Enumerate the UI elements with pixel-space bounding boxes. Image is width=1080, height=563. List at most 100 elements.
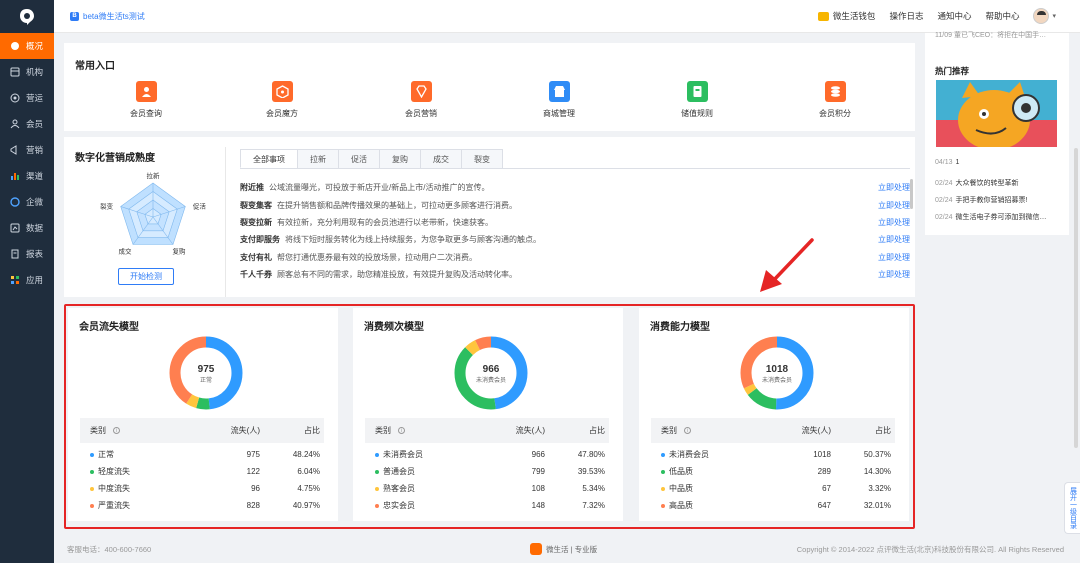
sidebar-item-9[interactable]: 应用	[0, 267, 54, 293]
table-row: 熟客会员 108 5.34%	[365, 480, 609, 497]
wallet-card-icon	[686, 81, 708, 102]
quick-entry-label: 会员营销	[405, 109, 437, 118]
row-category-label: 忠实会员	[383, 501, 415, 510]
row-percent: 6.04%	[297, 467, 320, 476]
oplog-link[interactable]: 操作日志	[889, 10, 923, 22]
todo-scrollbar[interactable]	[910, 179, 913, 209]
donut-center-label: 未消费会员	[762, 376, 792, 384]
quick-entry-4[interactable]: 储值规则	[652, 81, 742, 119]
news-item[interactable]: 02/24 微生活电子券可添加到微信…	[935, 212, 1065, 222]
maturity-title: 数字化营销成熟度	[75, 153, 155, 164]
todo-desc: 帮您打通优惠券最有效的投放场景，拉动用户二次消费。	[277, 252, 477, 262]
header-category: 类别 i	[80, 425, 190, 436]
cartoon-cat-icon	[936, 80, 1057, 147]
donut-center-label: 正常	[200, 376, 212, 384]
model-title: 消费频次模型	[364, 322, 424, 333]
tab-4[interactable]: 成交	[420, 149, 462, 168]
tab-0[interactable]: 全部事项	[240, 149, 298, 168]
todo-action-link[interactable]: 立即处理	[878, 269, 910, 280]
row-count: 1018	[813, 450, 831, 459]
table-header: 类别 i 流失(人) 占比	[651, 418, 895, 443]
todo-action-link[interactable]: 立即处理	[878, 234, 910, 245]
info-icon[interactable]: i	[113, 427, 120, 434]
quick-entry-2[interactable]: 会员营销	[376, 81, 466, 119]
todo-action-link[interactable]: 立即处理	[878, 182, 910, 193]
todo-desc: 公域流量曝光，可投放于新店开业/新品上市/活动推广的宣传。	[269, 183, 490, 193]
sidebar-item-4[interactable]: 营销	[0, 137, 54, 163]
legend-dot-icon	[90, 452, 94, 457]
brand-name[interactable]: beta微生活ts测试	[83, 11, 145, 22]
header-category: 类别 i	[365, 425, 475, 436]
row-category: 低品质	[651, 466, 761, 477]
table-row: 轻度流失 122 6.04%	[80, 463, 324, 480]
news-item[interactable]: 02/24 手把手教你营销招募票!	[935, 195, 1065, 205]
news-title: 1	[955, 159, 960, 166]
todo-item: 裂变拉新 有效拉新，充分利用现有的会员池进行以老带新，快速获客。 立即处理	[240, 214, 910, 231]
info-icon[interactable]: i	[398, 427, 405, 434]
notify-link[interactable]: 通知中心	[937, 10, 971, 22]
row-percent: 14.30%	[863, 467, 891, 476]
model-card-2: 消费能力模型 1018 未消费会员 类别 i 流失(人) 占比 未消费会员 1018 50.37%…	[639, 308, 909, 521]
todo-item: 支付即服务 将线下短时服务转化为线上持续服务，为您争取更多与顾客沟通的触点。 立即处…	[240, 231, 910, 248]
sidebar-item-3[interactable]: 会员	[0, 111, 54, 137]
donut-chart: 1018未消费会员	[740, 336, 814, 410]
tab-1[interactable]: 拉新	[297, 149, 339, 168]
sidebar-item-5[interactable]: 渠道	[0, 163, 54, 189]
data-icon	[10, 223, 20, 233]
table-header: 类别 i 流失(人) 占比	[365, 418, 609, 443]
sidebar-item-2[interactable]: 营运	[0, 85, 54, 111]
top-news-item[interactable]: 11/09 董已飞CEO：将拒在中国手…	[935, 30, 1065, 40]
megaphone-icon	[10, 145, 20, 155]
app-logo[interactable]	[0, 0, 54, 33]
todo-desc: 在提升销售额和品牌传播效果的基础上，可拉动更多顾客进行消费。	[277, 200, 517, 210]
logo-icon	[20, 8, 34, 25]
todo-action-link[interactable]: 立即处理	[878, 252, 910, 263]
expand-menu-tab[interactable]: 展开一级目录	[1064, 482, 1080, 534]
row-category: 中品质	[651, 483, 761, 494]
todo-item: 附近推 公域流量曝光，可投放于新店开业/新品上市/活动推广的宣传。 立即处理	[240, 179, 910, 196]
help-link[interactable]: 帮助中心	[985, 10, 1019, 22]
row-category: 严重流失	[80, 500, 190, 511]
row-percent: 39.53%	[577, 467, 605, 476]
tab-2[interactable]: 促活	[338, 149, 380, 168]
sidebar-item-label: 渠道	[26, 171, 44, 181]
sidebar-item-6[interactable]: 企微	[0, 189, 54, 215]
row-category-label: 未消费会员	[669, 450, 709, 459]
sidebar-item-label: 机构	[26, 67, 44, 77]
quick-entry-3[interactable]: 商城管理	[514, 81, 604, 119]
sidebar-item-0[interactable]: 概况	[0, 33, 54, 59]
quick-entry-1[interactable]: 会员魔方	[237, 81, 327, 119]
quick-entry-label: 会员魔方	[266, 109, 298, 118]
table-row: 正常 975 48.24%	[80, 446, 324, 463]
news-item[interactable]: 02/24 大众餐饮的转型革新	[935, 178, 1065, 188]
footer-phone: 客服电话：400-600-7660	[67, 544, 152, 554]
row-count: 67	[822, 484, 831, 493]
quick-entry-0[interactable]: 会员查询	[101, 81, 191, 119]
info-icon[interactable]: i	[684, 427, 691, 434]
legend-dot-icon	[661, 486, 665, 491]
todo-title: 裂变集客	[240, 200, 272, 210]
radar-label: 成交	[119, 247, 133, 256]
wallet-link[interactable]: 微生活钱包	[817, 10, 875, 22]
chevron-down-icon: ▾	[1052, 13, 1056, 20]
todo-title: 千人千券	[240, 270, 272, 280]
hot-banner-image[interactable]	[936, 80, 1057, 147]
news-date: 02/24	[935, 214, 953, 221]
quick-entry-5[interactable]: 会员积分	[790, 81, 880, 119]
row-percent: 40.97%	[292, 501, 320, 510]
todo-action-link[interactable]: 立即处理	[878, 217, 910, 228]
todo-action-link[interactable]: 立即处理	[878, 200, 910, 211]
header-category-label: 类别	[375, 426, 391, 435]
page-scrollbar[interactable]	[1074, 148, 1078, 448]
tab-5[interactable]: 裂变	[461, 149, 503, 168]
sidebar-item-1[interactable]: 机构	[0, 59, 54, 85]
user-menu[interactable]: ▾	[1033, 8, 1056, 24]
sidebar-item-7[interactable]: 数据	[0, 215, 54, 241]
news-title: 微生活电子券可添加到微信…	[955, 214, 1047, 221]
row-count: 975	[246, 450, 260, 459]
row-count: 122	[246, 467, 260, 476]
news-item[interactable]: 04/13 1	[935, 159, 1065, 166]
sidebar-item-8[interactable]: 报表	[0, 241, 54, 267]
start-check-button[interactable]: 开始检测	[118, 268, 174, 285]
tab-3[interactable]: 复购	[379, 149, 421, 168]
